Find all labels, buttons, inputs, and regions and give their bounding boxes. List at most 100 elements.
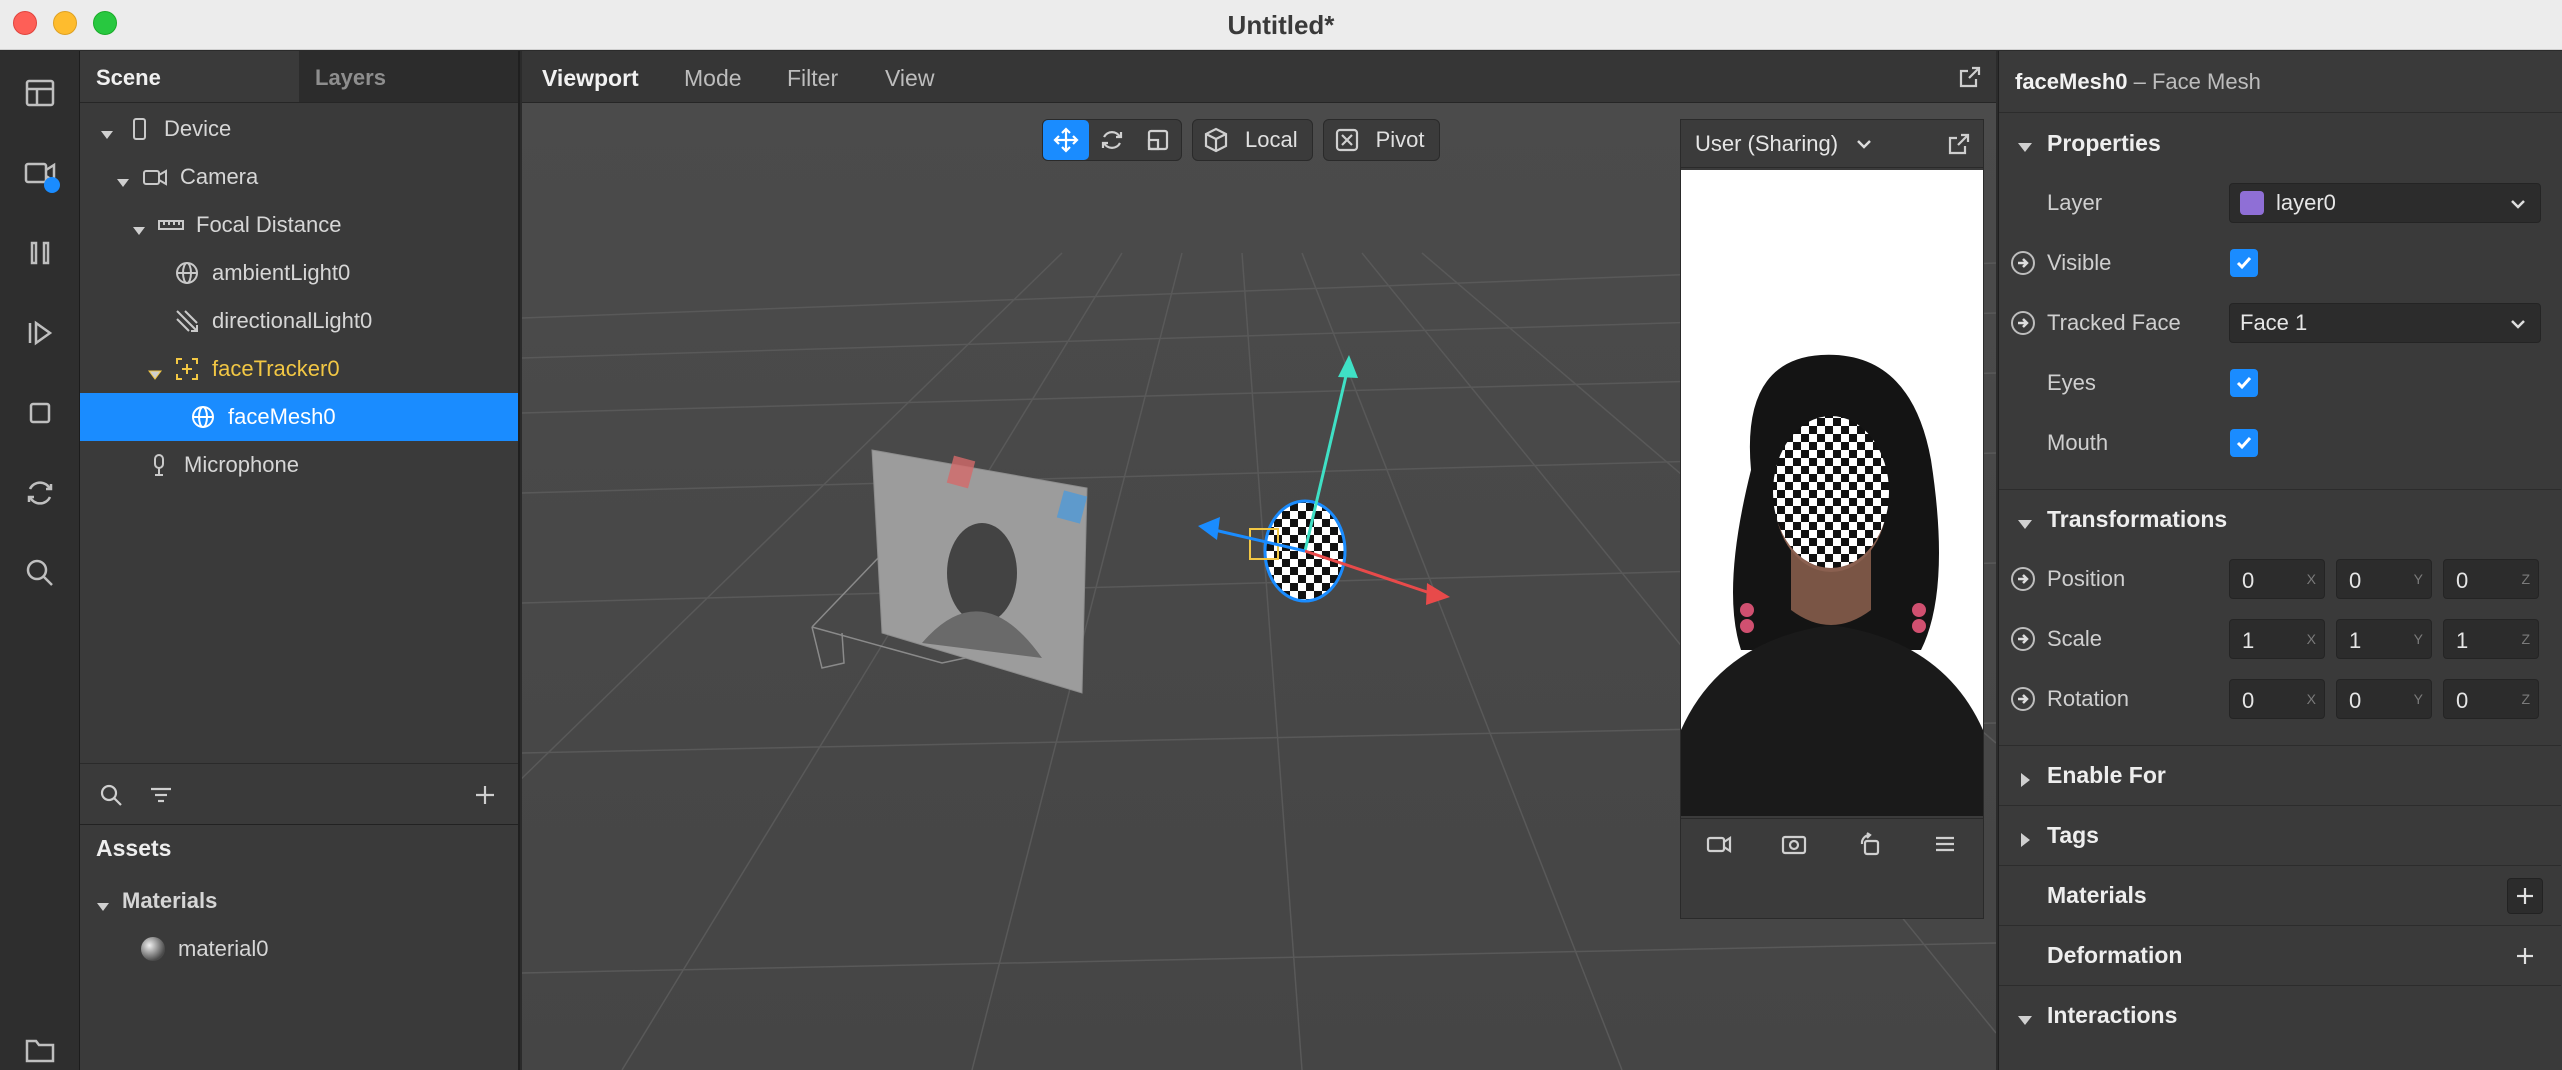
tree-item-camera[interactable]: Camera bbox=[80, 153, 518, 201]
layer-select[interactable]: layer0 bbox=[2229, 183, 2541, 223]
scale-x-field[interactable]: 1X bbox=[2229, 619, 2325, 659]
scale-z-field[interactable]: 1Z bbox=[2443, 619, 2539, 659]
eyes-checkbox[interactable] bbox=[2230, 369, 2258, 397]
position-label: Position bbox=[2047, 566, 2126, 591]
position-z-field[interactable]: 0Z bbox=[2443, 559, 2539, 599]
step-forward-icon[interactable] bbox=[16, 309, 64, 357]
menu-filter[interactable]: Filter bbox=[787, 65, 838, 92]
assets-item-materials[interactable]: Materials bbox=[80, 877, 518, 925]
rotate-device-icon[interactable] bbox=[1856, 830, 1884, 863]
popout-icon[interactable] bbox=[1947, 132, 1971, 156]
expand-triangle-icon[interactable] bbox=[2017, 768, 2033, 787]
tracked-face-select[interactable]: Face 1 bbox=[2229, 303, 2541, 343]
tree-item-label: Camera bbox=[180, 164, 259, 189]
collapse-triangle-icon[interactable] bbox=[2017, 512, 2033, 529]
expand-triangle-icon[interactable] bbox=[148, 362, 162, 380]
tree-item-face-mesh[interactable]: faceMesh0 bbox=[80, 393, 518, 441]
tree-item-directional-light[interactable]: directionalLight0 bbox=[80, 297, 518, 345]
folder-icon[interactable] bbox=[16, 1031, 64, 1067]
tree-item-ambient-light[interactable]: ambientLight0 bbox=[80, 249, 518, 297]
stop-icon[interactable] bbox=[16, 389, 64, 437]
expand-triangle-icon[interactable] bbox=[132, 218, 146, 235]
popout-icon[interactable] bbox=[1958, 65, 1982, 89]
eyes-row: Eyes bbox=[1999, 353, 2561, 413]
axis-label: Y bbox=[2413, 631, 2423, 647]
add-object-button[interactable] bbox=[472, 782, 498, 808]
refresh-icon[interactable] bbox=[16, 469, 64, 517]
tree-item-face-tracker[interactable]: faceTracker0 bbox=[80, 345, 518, 393]
section-enable-for[interactable]: Enable For bbox=[1999, 745, 2561, 805]
section-transformations[interactable]: Transformations bbox=[1999, 489, 2561, 549]
search-icon[interactable] bbox=[98, 782, 124, 808]
globe-icon bbox=[174, 260, 200, 286]
patch-arrow-icon[interactable] bbox=[2011, 687, 2035, 711]
visible-checkbox[interactable] bbox=[2230, 249, 2258, 277]
tab-scene[interactable]: Scene bbox=[80, 51, 299, 102]
mouth-label: Mouth bbox=[2047, 430, 2109, 455]
tracked-face-label: Tracked Face bbox=[2047, 310, 2181, 335]
axis-label: Z bbox=[2521, 691, 2530, 707]
window-title: Untitled* bbox=[1227, 10, 1335, 40]
add-material-button[interactable] bbox=[2507, 877, 2543, 914]
collapse-triangle-icon[interactable] bbox=[2017, 135, 2033, 152]
position-y-field[interactable]: 0Y bbox=[2336, 559, 2432, 599]
layer-value: layer0 bbox=[2276, 190, 2336, 215]
mouth-row: Mouth bbox=[1999, 413, 2561, 473]
tree-item-device[interactable]: Device bbox=[80, 105, 518, 153]
switch-camera-icon[interactable] bbox=[1780, 830, 1808, 863]
pivot-toggle-button[interactable]: Pivot bbox=[1322, 119, 1440, 161]
field-value: 1 bbox=[2456, 628, 2469, 653]
collapse-triangle-icon[interactable] bbox=[2017, 1008, 2033, 1025]
assets-item-material0[interactable]: material0 bbox=[80, 925, 518, 973]
filter-icon[interactable] bbox=[148, 782, 174, 808]
mouth-checkbox[interactable] bbox=[2230, 429, 2258, 457]
menu-icon[interactable] bbox=[1931, 830, 1959, 863]
tab-viewport[interactable]: Viewport bbox=[542, 65, 639, 92]
tree-item-microphone[interactable]: Microphone bbox=[80, 441, 518, 489]
scale-y-field[interactable]: 1Y bbox=[2336, 619, 2432, 659]
search-icon[interactable] bbox=[16, 549, 64, 597]
field-value: 0 bbox=[2349, 568, 2362, 593]
layout-icon[interactable] bbox=[16, 69, 64, 117]
patch-arrow-icon[interactable] bbox=[2011, 311, 2035, 335]
layer-row: Layer layer0 bbox=[1999, 173, 2561, 233]
object-name: faceMesh0 bbox=[2015, 69, 2128, 94]
menu-mode[interactable]: Mode bbox=[684, 65, 742, 92]
add-deformation-button[interactable] bbox=[2507, 938, 2543, 974]
patch-arrow-icon[interactable] bbox=[2011, 251, 2035, 275]
scene-tree-footer bbox=[80, 763, 518, 825]
local-toggle-button[interactable]: Local bbox=[1192, 119, 1313, 161]
viewport-panel: Viewport Mode Filter View Local Pivot Us… bbox=[522, 51, 1996, 1070]
position-x-field[interactable]: 0X bbox=[2229, 559, 2325, 599]
field-value: 0 bbox=[2349, 688, 2362, 713]
pause-icon[interactable] bbox=[16, 229, 64, 277]
patch-arrow-icon[interactable] bbox=[2011, 627, 2035, 651]
move-tool-button[interactable] bbox=[1043, 120, 1089, 160]
record-video-icon[interactable] bbox=[1705, 830, 1733, 863]
section-title: Enable For bbox=[2047, 762, 2166, 788]
scale-tool-button[interactable] bbox=[1135, 120, 1181, 160]
simulator-device-select[interactable]: User (Sharing) bbox=[1681, 120, 1983, 168]
rotation-y-field[interactable]: 0Y bbox=[2336, 679, 2432, 719]
tab-layers[interactable]: Layers bbox=[299, 51, 518, 102]
rotation-x-field[interactable]: 0X bbox=[2229, 679, 2325, 719]
rotation-label: Rotation bbox=[2047, 686, 2129, 711]
section-interactions[interactable]: Interactions bbox=[1999, 985, 2561, 1045]
section-tags[interactable]: Tags bbox=[1999, 805, 2561, 865]
tracked-face-row: Tracked Face Face 1 bbox=[1999, 293, 2561, 353]
expand-triangle-icon[interactable] bbox=[96, 894, 110, 911]
layer-color-swatch bbox=[2240, 191, 2264, 215]
tree-item-label: ambientLight0 bbox=[212, 260, 351, 285]
simulator-preview[interactable] bbox=[1681, 170, 1983, 816]
menu-view[interactable]: View bbox=[885, 65, 934, 92]
record-video-icon[interactable] bbox=[16, 149, 64, 197]
expand-triangle-icon[interactable] bbox=[2017, 828, 2033, 847]
rotation-z-field[interactable]: 0Z bbox=[2443, 679, 2539, 719]
patch-arrow-icon[interactable] bbox=[2011, 567, 2035, 591]
section-properties[interactable]: Properties bbox=[1999, 113, 2561, 173]
tree-item-focal-distance[interactable]: Focal Distance bbox=[80, 201, 518, 249]
expand-triangle-icon[interactable] bbox=[116, 170, 130, 187]
field-value: 0 bbox=[2242, 688, 2255, 713]
rotate-tool-button[interactable] bbox=[1089, 120, 1135, 160]
expand-triangle-icon[interactable] bbox=[100, 122, 114, 139]
